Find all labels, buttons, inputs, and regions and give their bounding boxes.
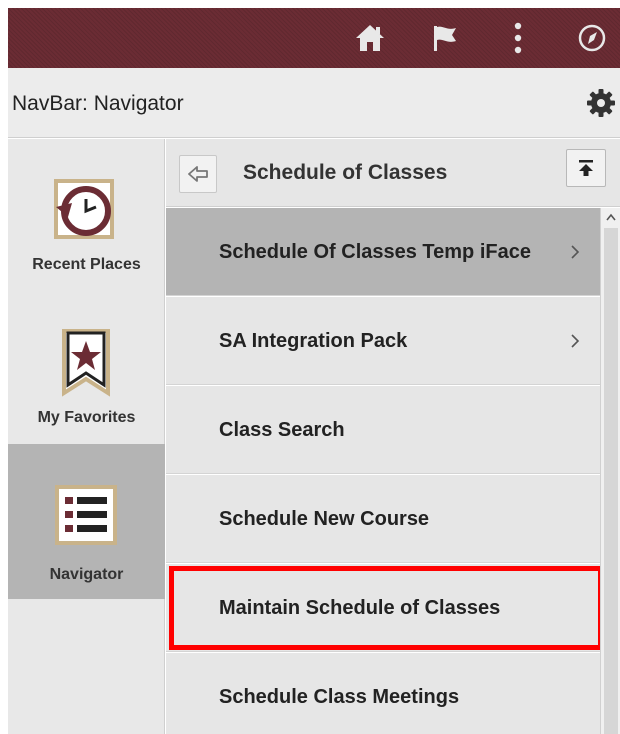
menu-item-label: Schedule Class Meetings (219, 686, 460, 708)
rail-item-navigator[interactable]: Navigator (8, 444, 165, 599)
scrollbar-thumb[interactable] (604, 228, 618, 734)
scroll-to-top-icon (579, 160, 593, 176)
panel-header: Schedule of Classes (166, 139, 620, 207)
page-header: NavBar: Navigator (8, 68, 620, 138)
gear-icon[interactable] (586, 88, 616, 118)
menu-item-maintain-schedule-of-classes[interactable]: Maintain Schedule of Classes (166, 564, 600, 652)
menu-item-schedule-of-classes-temp-iface[interactable]: Schedule Of Classes Temp iFace (166, 208, 600, 296)
flag-icon[interactable] (426, 20, 462, 56)
menu-item-schedule-class-meetings[interactable]: Schedule Class Meetings (166, 653, 600, 734)
menu-scrollbar[interactable] (600, 208, 620, 734)
rail-item-my-favorites[interactable]: My Favorites (8, 289, 165, 444)
rail-item-label: Recent Places (32, 256, 141, 273)
menu-item-label: Schedule Of Classes Temp iFace (219, 241, 531, 263)
rail-item-label: Navigator (49, 566, 124, 583)
back-button[interactable] (179, 155, 217, 193)
chevron-right-icon (571, 334, 580, 348)
left-nav-rail: Recent Places My Favorites Navigator (8, 139, 165, 734)
favorites-icon (62, 329, 110, 397)
menu-item-schedule-new-course[interactable]: Schedule New Course (166, 475, 600, 563)
menu-item-label: Maintain Schedule of Classes (219, 597, 501, 619)
recent-places-icon (54, 179, 114, 239)
page-title: NavBar: Navigator (12, 92, 184, 115)
menu-item-label: Class Search (219, 419, 345, 441)
navigator-menu-list: Schedule Of Classes Temp iFace SA Integr… (166, 208, 600, 734)
scroll-to-top-button[interactable] (566, 149, 606, 187)
top-banner (8, 8, 620, 68)
menu-item-sa-integration-pack[interactable]: SA Integration Pack (166, 297, 600, 385)
menu-item-class-search[interactable]: Class Search (166, 386, 600, 474)
compass-icon[interactable] (574, 20, 610, 56)
rail-item-recent-places[interactable]: Recent Places (8, 139, 165, 289)
more-vertical-icon[interactable] (500, 20, 536, 56)
rail-item-label: My Favorites (37, 409, 136, 426)
navigator-icon (55, 485, 117, 545)
chevron-right-icon (571, 245, 580, 259)
menu-item-label: Schedule New Course (219, 508, 430, 530)
home-icon[interactable] (352, 20, 388, 56)
chevron-up-icon[interactable] (605, 212, 617, 222)
panel-title: Schedule of Classes (243, 161, 448, 184)
back-arrow-icon (188, 166, 208, 182)
menu-item-label: SA Integration Pack (219, 330, 408, 352)
